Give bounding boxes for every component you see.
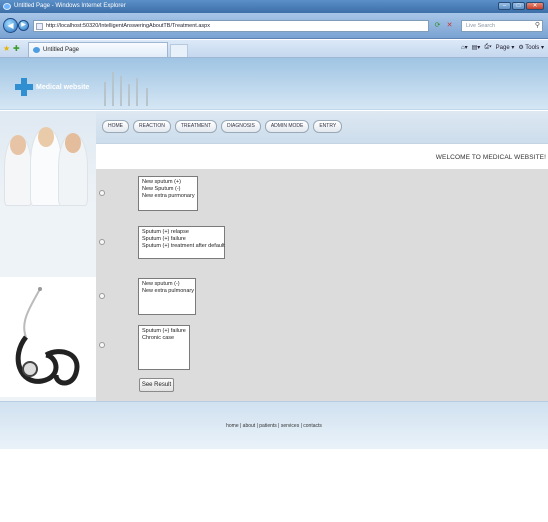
ie-page-icon	[33, 47, 40, 53]
page-menu[interactable]: Page ▾	[496, 44, 515, 51]
nav-bar: HOME REACTION TREATMENT DIAGNOSIS ADMIN …	[96, 111, 548, 143]
nav-home[interactable]: HOME	[102, 120, 129, 133]
nav-treatment[interactable]: TREATMENT	[174, 120, 218, 133]
ie-logo-icon	[3, 3, 11, 10]
address-actions: ⟳ ✕	[433, 20, 454, 31]
search-icon[interactable]: ⚲	[535, 21, 540, 31]
nav-admin-mode[interactable]: ADMIN MODE	[264, 120, 310, 133]
site-footer: home | about | patients | services | con…	[0, 401, 548, 449]
tools-menu[interactable]: ⚙ Tools ▾	[518, 44, 544, 51]
page-content: Medical website HOME REACTION TREATMENT …	[0, 58, 548, 522]
stethoscope-image	[0, 277, 96, 397]
site-logo-text: Medical website	[36, 84, 90, 91]
stethoscope-icon	[15, 287, 80, 386]
option-listbox-2[interactable]: Sputum (+) relapse Sputum (+) failure Sp…	[138, 226, 225, 259]
treatment-form: New sputum (+) New Sputum (-) New extra …	[96, 169, 548, 401]
footer-links[interactable]: home | about | patients | services | con…	[0, 423, 548, 429]
add-favorites-icon[interactable]: ✚	[13, 44, 20, 53]
medical-cross-icon	[15, 78, 33, 96]
minimize-button[interactable]: –	[498, 2, 511, 10]
option-line: Sputum (+) relapse	[142, 229, 189, 235]
option-line: Sputum (+) failure	[142, 236, 186, 242]
refresh-icon[interactable]: ⟳	[433, 20, 442, 31]
command-bar: ⌂▾ ▤▾ ⎙▾ Page ▾ ⚙ Tools ▾	[461, 44, 544, 51]
option-listbox-4[interactable]: Sputum (+) failure Chronic case	[138, 325, 190, 370]
site-header: Medical website	[0, 58, 548, 110]
option-line: New Sputum (-)	[142, 186, 181, 192]
window-title: Untitled Page - Windows Internet Explore…	[14, 3, 126, 9]
option-line: New sputum (-)	[142, 281, 180, 287]
welcome-band: WELCOME TO MEDICAL WEBSITE!	[96, 143, 548, 169]
feeds-icon[interactable]: ▤▾	[472, 44, 481, 51]
nav-diagnosis[interactable]: DIAGNOSIS	[221, 120, 261, 133]
option-line: Chronic case	[142, 335, 175, 341]
maximize-button[interactable]: □	[512, 2, 525, 10]
search-placeholder: Live Search	[466, 23, 496, 29]
print-icon[interactable]: ⎙▾	[484, 44, 491, 51]
option-line: Sputum (+) failure	[142, 328, 186, 334]
option-radio-3[interactable]	[99, 293, 105, 299]
new-tab-button[interactable]	[170, 44, 188, 57]
nav-entry[interactable]: ENTRY	[313, 120, 343, 133]
stop-icon[interactable]: ✕	[445, 20, 454, 31]
back-button[interactable]: ◀	[3, 18, 18, 33]
option-line: New sputum (+)	[142, 179, 181, 185]
window-controls: – □ ✕	[498, 2, 544, 10]
left-column	[0, 111, 96, 401]
search-input[interactable]: Live Search ⚲	[461, 20, 543, 32]
home-icon[interactable]: ⌂▾	[461, 44, 468, 51]
tab-untitled-page[interactable]: Untitled Page	[28, 42, 168, 57]
window-titlebar: Untitled Page - Windows Internet Explore…	[0, 0, 548, 13]
nav-menu: HOME REACTION TREATMENT DIAGNOSIS ADMIN …	[102, 120, 343, 133]
favorites-star-icon[interactable]: ★	[3, 44, 10, 53]
address-bar[interactable]: http://localhost:50320/IntelligentAnswer…	[33, 20, 429, 32]
nav-reaction[interactable]: REACTION	[133, 120, 171, 133]
option-line: New extra pulmonary	[142, 288, 194, 294]
option-radio-2[interactable]	[99, 239, 105, 245]
tab-row: ★ ✚ Untitled Page ⌂▾ ▤▾ ⎙▾ Page ▾ ⚙ Tool…	[0, 40, 548, 58]
page-menu-label: Page	[495, 45, 510, 51]
address-url: http://localhost:50320/IntelligentAnswer…	[46, 23, 210, 29]
option-listbox-1[interactable]: New sputum (+) New Sputum (-) New extra …	[138, 176, 198, 211]
option-line: Sputum (+) treatment after default	[142, 243, 225, 249]
option-radio-4[interactable]	[99, 342, 105, 348]
tools-menu-label: Tools	[525, 45, 540, 51]
close-button[interactable]: ✕	[526, 2, 544, 10]
option-line: New extra purmonary	[142, 193, 195, 199]
welcome-message: WELCOME TO MEDICAL WEBSITE!	[435, 154, 546, 161]
tab-label: Untitled Page	[43, 47, 80, 53]
header-decoration-image	[100, 68, 175, 106]
option-radio-1[interactable]	[99, 190, 105, 196]
main-content: HOME REACTION TREATMENT DIAGNOSIS ADMIN …	[96, 111, 548, 401]
see-result-button[interactable]: See Result	[139, 378, 174, 392]
page-icon	[36, 23, 43, 30]
address-toolbar: ◀ ▶ http://localhost:50320/IntelligentAn…	[0, 13, 548, 39]
forward-button[interactable]: ▶	[18, 20, 29, 31]
doctors-image	[0, 111, 96, 206]
option-listbox-3[interactable]: New sputum (-) New extra pulmonary	[138, 278, 196, 315]
